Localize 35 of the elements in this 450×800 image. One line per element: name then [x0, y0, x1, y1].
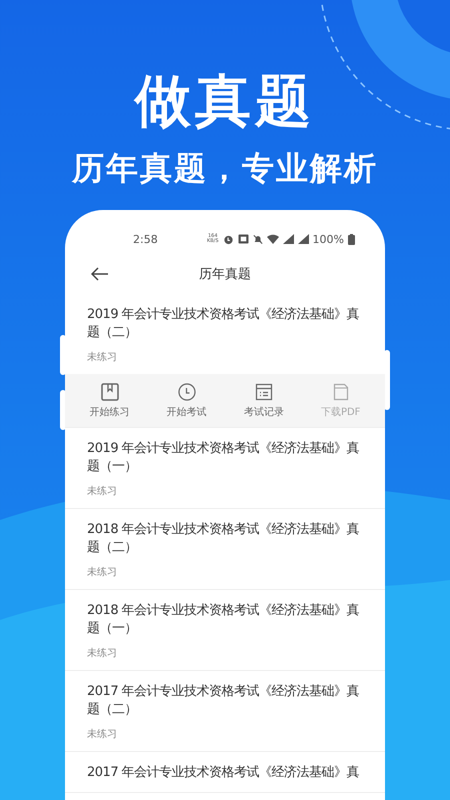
exam-title[interactable]: 2018 年会计专业技术资格考试《经济法基础》真题（一）	[87, 602, 371, 638]
battery-icon	[348, 234, 355, 244]
subtitle: 历年真题，专业解析	[72, 148, 378, 188]
wifi-icon	[266, 234, 279, 244]
exam-title[interactable]: 2019 年会计专业技术资格考试《经济法基础》真题（一）	[87, 440, 371, 476]
list-item[interactable]: 2018 年会计专业技术资格考试《经济法基础》真题（二） 未练习	[65, 509, 385, 590]
signal-icon	[282, 234, 294, 244]
practice-status: 未练习	[87, 350, 118, 364]
list-icon	[254, 383, 273, 401]
records-button[interactable]: 考试记录	[240, 383, 288, 419]
exam-title[interactable]: 2017 年会计专业技术资格考试《经济法基础》真	[87, 764, 371, 782]
exam-title[interactable]: 2018 年会计专业技术资格考试《经济法基础》真题（二）	[87, 521, 371, 557]
exam-button[interactable]: 开始考试	[162, 383, 211, 419]
list-item[interactable]: 2017 年会计专业技术资格考试《经济法基础》真题（二） 未练习	[65, 671, 385, 752]
muted-bell-icon	[252, 234, 263, 244]
list-item[interactable]: 2018 年会计专业技术资格考试《经济法基础》真题（一） 未练习	[65, 590, 385, 671]
list-item[interactable]: 2019 年会计专业技术资格考试《经济法基础》真题（一） 未练习	[65, 428, 385, 509]
practice-button[interactable]: 开始练习	[86, 383, 134, 419]
signal-icon	[298, 234, 309, 244]
exam-title[interactable]: 2017 年会计专业技术资格考试《经济法基础》真题（二）	[87, 683, 371, 719]
practice-status: 未练习	[87, 728, 118, 741]
practice-status: 未练习	[87, 646, 118, 660]
file-icon	[332, 383, 350, 401]
exam-title[interactable]: 2019 年会计专业技术资格考试《经济法基础》真题（二）	[87, 306, 371, 342]
battery-level: 100%	[312, 232, 344, 246]
alarm-icon	[222, 234, 234, 244]
list-item[interactable]: 2017 年会计专业技术资格考试《经济法基础》真	[65, 752, 385, 793]
status-time: 2:58	[133, 232, 158, 246]
headline: 做真题	[135, 70, 315, 134]
book-icon	[100, 383, 119, 401]
practice-status: 未练习	[87, 566, 118, 579]
practice-status: 未练习	[87, 484, 118, 498]
clock-icon	[178, 383, 196, 401]
screen-title: 历年真题	[199, 266, 251, 283]
back-icon[interactable]	[91, 267, 109, 281]
